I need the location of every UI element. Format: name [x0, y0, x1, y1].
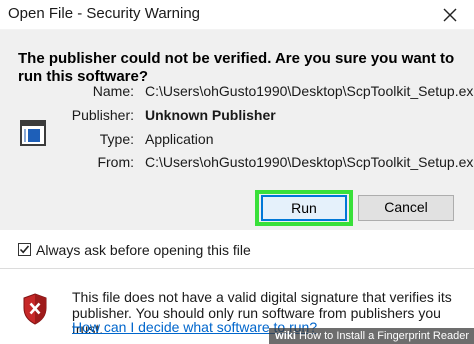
run-button[interactable]: Run: [261, 195, 347, 221]
always-ask-checkbox[interactable]: [18, 243, 31, 256]
publisher-label: Publisher:: [71, 107, 134, 123]
type-value: Application: [145, 131, 214, 147]
from-label: From:: [97, 154, 134, 170]
type-label: Type:: [99, 131, 134, 147]
name-label: Name:: [92, 83, 134, 99]
publisher-value: Unknown Publisher: [145, 107, 276, 123]
security-shield-icon: [23, 293, 47, 325]
watermark-brand: wiki: [275, 330, 296, 342]
checkmark-icon: [19, 245, 30, 254]
name-value: C:\Users\ohGusto1990\Desktop\ScpToolkit_…: [145, 83, 474, 99]
watermark-text: How to Install a Fingerprint Reader: [299, 330, 469, 342]
title-bar: Open File - Security Warning: [0, 0, 474, 30]
close-icon: [443, 8, 457, 22]
application-file-icon: [20, 120, 46, 146]
close-button[interactable]: [426, 0, 474, 30]
wikihow-watermark: wiki How to Install a Fingerprint Reader: [269, 328, 474, 344]
always-ask-label: Always ask before opening this file: [36, 242, 251, 258]
window-title: Open File - Security Warning: [8, 5, 201, 22]
cancel-button[interactable]: Cancel: [358, 195, 454, 221]
from-value: C:\Users\ohGusto1990\Desktop\ScpToolkit_…: [145, 154, 474, 170]
